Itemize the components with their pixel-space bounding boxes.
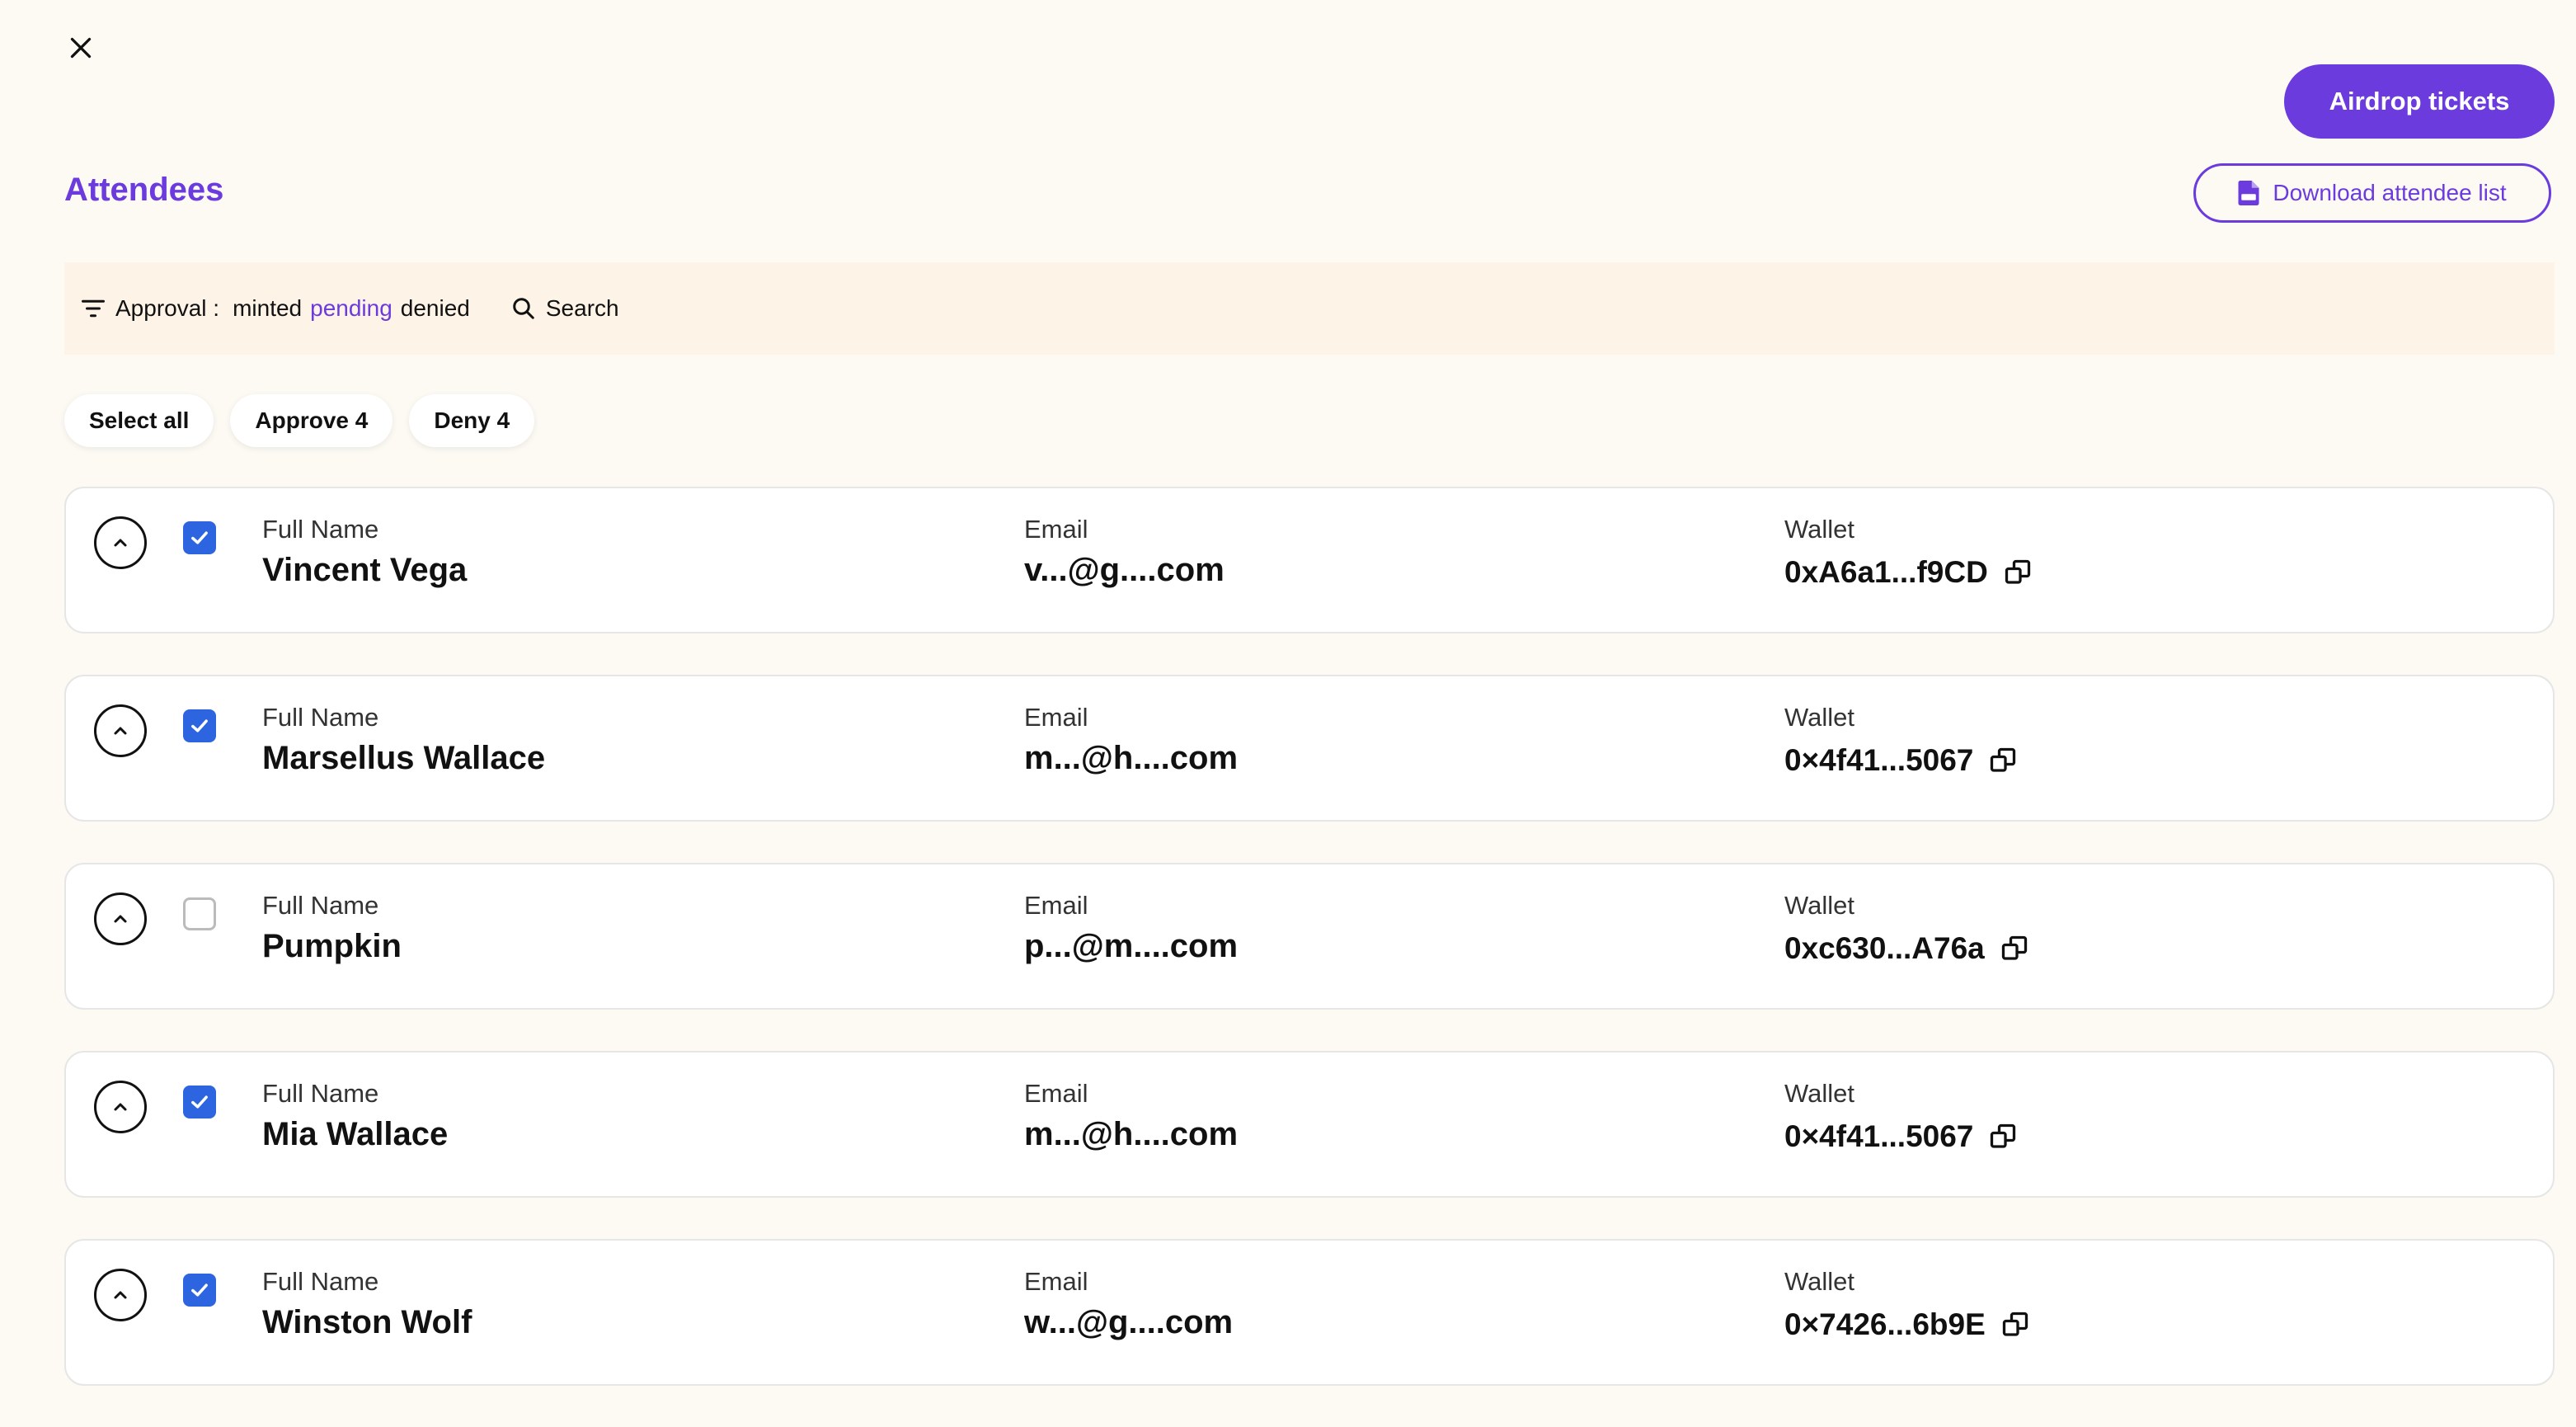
- attendee-name: Winston Wolf: [262, 1304, 472, 1340]
- chevron-up-icon: [114, 727, 127, 735]
- attendee-row: Full Name Pumpkin Email p...@m....com Wall…: [64, 863, 2555, 1010]
- chevron-up-icon: [114, 539, 127, 547]
- full-name-label: Full Name: [262, 891, 379, 920]
- checkmark-icon: [191, 1095, 208, 1109]
- copy-icon[interactable]: [2003, 558, 2033, 587]
- wallet-label: Wallet: [1784, 703, 1854, 732]
- attendee-row: Full Name Vincent Vega Email v...@g....com…: [64, 487, 2555, 633]
- attendee-email: p...@m....com: [1024, 928, 1239, 964]
- attendee-row: Full Name Winston Wolf Email w...@g....com…: [64, 1239, 2555, 1386]
- attendee-checkbox[interactable]: [183, 1274, 216, 1307]
- attendee-email: w...@g....com: [1024, 1304, 1234, 1340]
- attendee-email: m...@h....com: [1024, 1116, 1239, 1152]
- filter-option-pending[interactable]: pending: [310, 295, 393, 322]
- email-label: Email: [1024, 1079, 1088, 1108]
- copy-icon[interactable]: [1988, 746, 2018, 775]
- collapse-toggle[interactable]: [94, 892, 147, 945]
- chevron-up-icon: [114, 1103, 127, 1111]
- full-name-label: Full Name: [262, 515, 379, 544]
- email-label: Email: [1024, 891, 1088, 920]
- chevron-up-icon: [114, 915, 127, 923]
- wallet-label: Wallet: [1784, 1267, 1854, 1296]
- attendee-checkbox[interactable]: [183, 709, 216, 742]
- airdrop-tickets-button[interactable]: Airdrop tickets: [2284, 64, 2555, 139]
- full-name-label: Full Name: [262, 703, 379, 732]
- checkmark-icon: [191, 719, 208, 732]
- attendee-row: Full Name Marsellus Wallace Email m...@h..…: [64, 675, 2555, 822]
- attendee-name: Vincent Vega: [262, 552, 468, 588]
- attendee-checkbox[interactable]: [183, 521, 216, 554]
- filter-option-denied[interactable]: denied: [401, 295, 470, 322]
- email-label: Email: [1024, 1267, 1088, 1296]
- attendee-email: v...@g....com: [1024, 552, 1225, 588]
- attendee-name: Marsellus Wallace: [262, 740, 546, 776]
- attendee-wallet: 0×4f41...5067: [1784, 1119, 1974, 1153]
- attendee-name: Mia Wallace: [262, 1116, 449, 1152]
- download-attendee-list-label: Download attendee list: [2273, 180, 2507, 205]
- checkmark-icon: [191, 1283, 208, 1297]
- wallet-label: Wallet: [1784, 515, 1854, 544]
- page-title: Attendees: [64, 172, 224, 208]
- search-control[interactable]: Search: [511, 295, 619, 322]
- full-name-label: Full Name: [262, 1267, 379, 1296]
- attendee-wallet: 0xc630...A76a: [1784, 931, 1985, 965]
- filter-icon[interactable]: [81, 298, 106, 319]
- approval-filter-label: Approval :: [115, 295, 220, 321]
- csv-file-icon: [2238, 181, 2259, 205]
- copy-icon[interactable]: [1988, 1122, 2018, 1151]
- approve-button[interactable]: Approve 4: [230, 394, 393, 447]
- wallet-label: Wallet: [1784, 891, 1854, 920]
- full-name-label: Full Name: [262, 1079, 379, 1108]
- attendee-list: Full Name Vincent Vega Email v...@g....com…: [64, 487, 2555, 1427]
- close-button[interactable]: [66, 33, 96, 63]
- checkmark-icon: [191, 531, 208, 544]
- attendee-wallet: 0×4f41...5067: [1784, 743, 1974, 777]
- copy-icon[interactable]: [2000, 934, 2029, 963]
- copy-icon[interactable]: [2000, 1310, 2030, 1340]
- search-label: Search: [545, 295, 619, 321]
- attendee-wallet: 0xA6a1...f9CD: [1784, 555, 1988, 589]
- filter-bar: Approval : minted pending denied Search: [64, 262, 2555, 355]
- select-all-button[interactable]: Select all: [64, 394, 214, 447]
- collapse-toggle[interactable]: [94, 1269, 147, 1321]
- download-attendee-list-button[interactable]: Download attendee list: [2193, 163, 2551, 223]
- collapse-toggle[interactable]: [94, 704, 147, 757]
- chevron-up-icon: [114, 1291, 127, 1299]
- attendee-checkbox[interactable]: [183, 1086, 216, 1119]
- attendee-wallet: 0×7426...6b9E: [1784, 1307, 1986, 1341]
- email-label: Email: [1024, 703, 1088, 732]
- deny-button[interactable]: Deny 4: [409, 394, 535, 447]
- wallet-label: Wallet: [1784, 1079, 1854, 1108]
- bulk-actions: Select all Approve 4 Deny 4: [64, 394, 535, 447]
- close-icon: [70, 37, 92, 59]
- attendee-name: Pumpkin: [262, 928, 402, 964]
- attendee-checkbox[interactable]: [183, 897, 216, 930]
- collapse-toggle[interactable]: [94, 1081, 147, 1133]
- collapse-toggle[interactable]: [94, 516, 147, 569]
- attendee-row: Full Name Mia Wallace Email m...@h....com …: [64, 1051, 2555, 1198]
- search-icon: [513, 298, 534, 319]
- filter-option-minted[interactable]: minted: [233, 295, 302, 322]
- email-label: Email: [1024, 515, 1088, 544]
- attendee-email: m...@h....com: [1024, 740, 1239, 776]
